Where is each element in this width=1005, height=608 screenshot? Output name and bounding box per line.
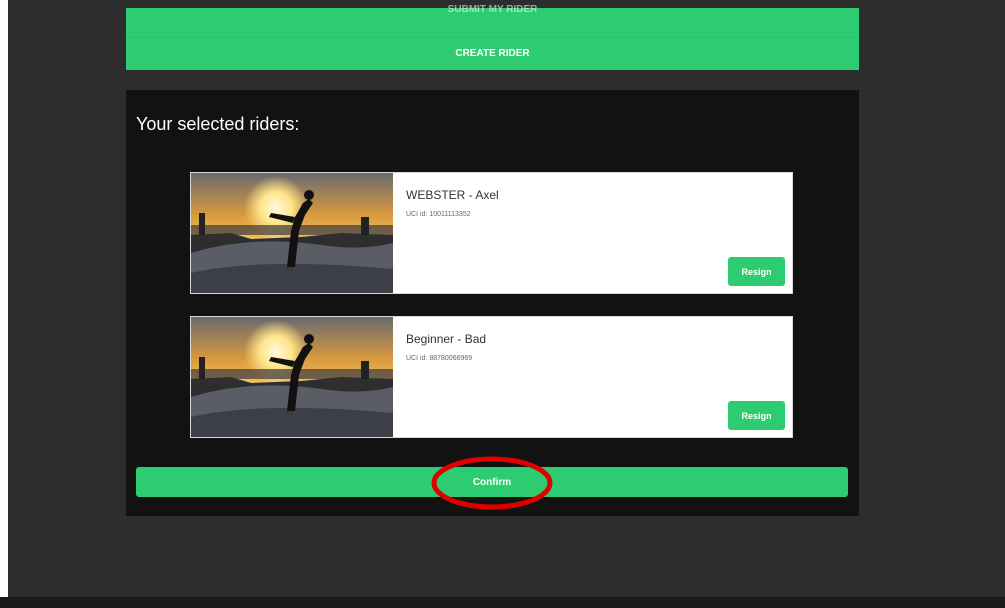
rider-name: Beginner - Bad bbox=[406, 332, 487, 346]
submit-rider-button[interactable]: SUBMIT MY RIDER bbox=[126, 5, 859, 38]
rider-card: Beginner - Bad UCI id: 88780066969 Resig… bbox=[190, 316, 793, 438]
resign-button[interactable]: Resign bbox=[728, 401, 785, 430]
rider-uci-id: UCI id: 10011113352 bbox=[406, 211, 471, 218]
selected-riders-panel: Your selected riders: WEBSTER - Axel UCI… bbox=[126, 90, 859, 516]
bottom-bar bbox=[0, 597, 1005, 608]
rider-uci-id: UCI id: 88780066969 bbox=[406, 355, 473, 362]
rider-photo bbox=[191, 173, 393, 293]
confirm-button[interactable]: Confirm bbox=[136, 467, 848, 497]
rider-photo bbox=[191, 317, 393, 437]
rider-card: WEBSTER - Axel UCI id: 10011113352 Resig… bbox=[190, 172, 793, 294]
selected-riders-title: Your selected riders: bbox=[136, 114, 300, 134]
rider-name: WEBSTER - Axel bbox=[406, 188, 499, 202]
resign-button[interactable]: Resign bbox=[728, 257, 785, 286]
create-rider-button[interactable]: CREATE RIDER bbox=[126, 38, 859, 70]
rider-actions-panel: SUBMIT MY RIDER CREATE RIDER bbox=[126, 5, 859, 70]
